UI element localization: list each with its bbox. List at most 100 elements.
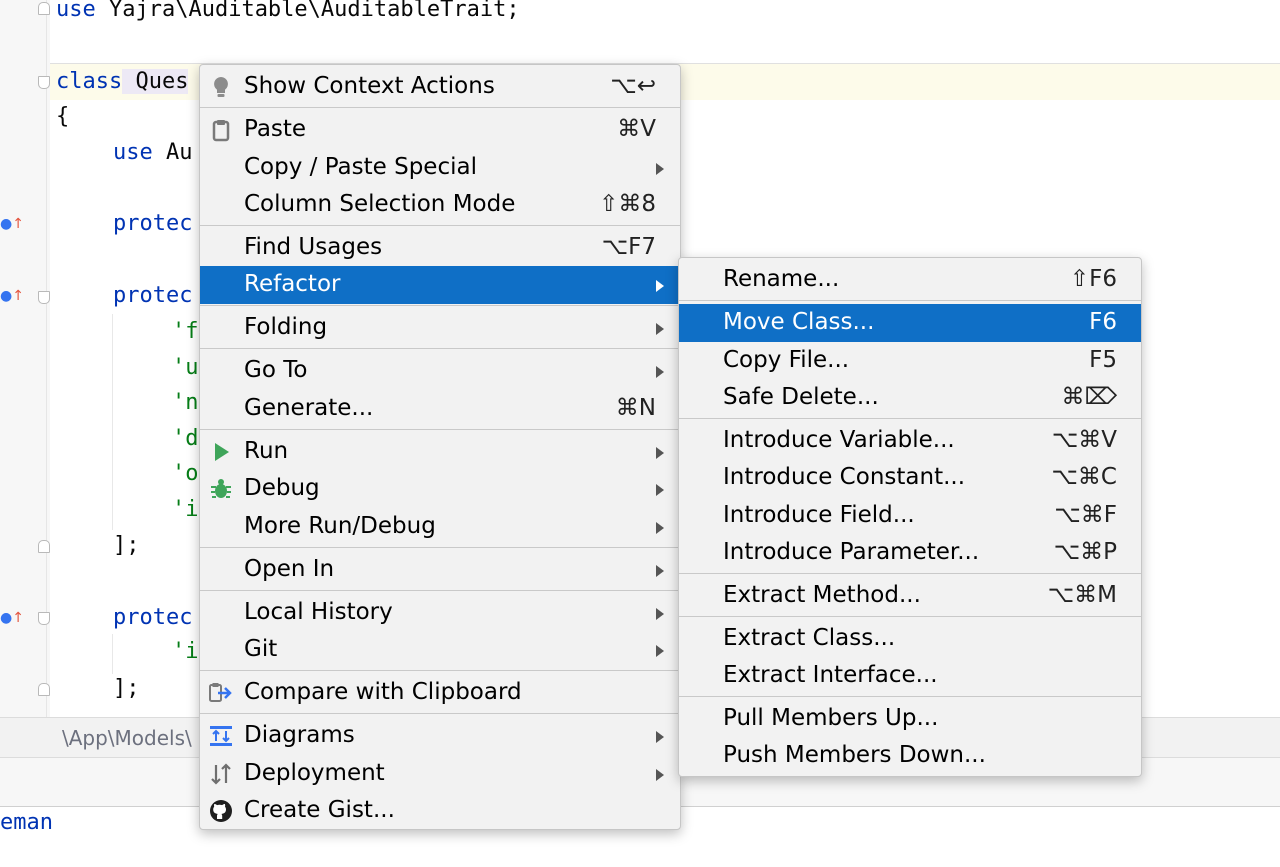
menu-separator — [200, 225, 680, 226]
menu-item-run[interactable]: Run — [200, 433, 680, 471]
menu-item-push-members-down[interactable]: Push Members Down... — [679, 737, 1141, 775]
code-line: use Au — [113, 135, 193, 171]
code-text: { — [56, 104, 70, 129]
menu-item-label: Extract Class... — [723, 625, 896, 651]
code-line: 'n — [172, 390, 199, 415]
menu-item-column-selection-mode[interactable]: Column Selection Mode ⇧⌘8 — [200, 186, 680, 224]
menu-item-create-gist[interactable]: Create Gist... — [200, 792, 680, 830]
code-keyword: use — [56, 0, 96, 22]
menu-item-go-to[interactable]: Go To — [200, 352, 680, 390]
menu-item-extract-method[interactable]: Extract Method... ⌥⌘M — [679, 577, 1141, 615]
menu-item-git[interactable]: Git — [200, 631, 680, 669]
menu-item-extract-class[interactable]: Extract Class... — [679, 620, 1141, 658]
menu-item-rename[interactable]: Rename... ⇧F6 — [679, 261, 1141, 299]
menu-item-label: Extract Method... — [723, 582, 921, 608]
indent-guide — [112, 314, 113, 530]
menu-separator — [679, 300, 1141, 301]
menu-item-compare-with-clipboard[interactable]: Compare with Clipboard — [200, 674, 680, 712]
menu-item-label: More Run/Debug — [244, 513, 436, 539]
breadcrumb-path[interactable]: \App\Models\ — [62, 726, 192, 750]
run-icon — [215, 443, 229, 461]
menu-item-safe-delete[interactable]: Safe Delete... ⌘⌦ — [679, 379, 1141, 417]
menu-item-move-class[interactable]: Move Class... F6 — [679, 304, 1141, 342]
menu-separator — [679, 616, 1141, 617]
menu-separator — [200, 305, 680, 306]
code-line: class Ques — [56, 64, 189, 100]
menu-separator — [200, 670, 680, 671]
menu-item-folding[interactable]: Folding — [200, 309, 680, 347]
menu-separator — [679, 573, 1141, 574]
menu-item-copy-paste-special[interactable]: Copy / Paste Special — [200, 149, 680, 187]
submenu-arrow-icon — [656, 447, 664, 459]
fold-marker-icon[interactable] — [38, 291, 50, 304]
menu-item-find-usages[interactable]: Find Usages ⌥F7 — [200, 229, 680, 267]
menu-item-more-run-debug[interactable]: More Run/Debug — [200, 508, 680, 546]
menu-item-shortcut: ⇧F6 — [1069, 266, 1117, 292]
menu-item-refactor[interactable]: Refactor — [200, 266, 680, 304]
menu-item-label: Create Gist... — [244, 797, 395, 823]
menu-item-shortcut: ⌥⌘F — [1054, 502, 1117, 528]
menu-item-label: Debug — [244, 475, 320, 501]
menu-item-label: Git — [244, 636, 278, 662]
menu-item-introduce-constant[interactable]: Introduce Constant... ⌥⌘C — [679, 459, 1141, 497]
menu-item-label: Push Members Down... — [723, 742, 986, 768]
code-text: Au — [152, 140, 193, 165]
menu-item-introduce-variable[interactable]: Introduce Variable... ⌥⌘V — [679, 422, 1141, 460]
fold-marker-icon[interactable] — [38, 2, 50, 15]
menu-item-extract-interface[interactable]: Extract Interface... — [679, 657, 1141, 695]
menu-item-label: Local History — [244, 599, 393, 625]
context-menu: Show Context Actions ⌥↩ Paste ⌘V Copy / … — [199, 64, 681, 830]
menu-separator — [200, 713, 680, 714]
menu-item-generate[interactable]: Generate... ⌘N — [200, 390, 680, 428]
diagram-icon — [210, 726, 232, 746]
code-line: use Yajra\Auditable\AuditableTrait; — [56, 0, 520, 28]
overrides-icon[interactable]: ●↑ — [0, 288, 24, 304]
menu-item-label: Copy File... — [723, 347, 850, 373]
menu-item-local-history[interactable]: Local History — [200, 594, 680, 632]
menu-item-shortcut: ⌥⌘P — [1053, 539, 1117, 565]
code-text: Yajra\Auditable\AuditableTrait; — [95, 0, 520, 22]
refactor-submenu: Rename... ⇧F6 Move Class... F6 Copy File… — [678, 257, 1142, 777]
menu-item-pull-members-up[interactable]: Pull Members Up... — [679, 700, 1141, 738]
submenu-arrow-icon — [656, 366, 664, 378]
menu-item-show-context-actions[interactable]: Show Context Actions ⌥↩ — [200, 68, 680, 106]
menu-item-deployment[interactable]: Deployment — [200, 755, 680, 793]
code-line: ]; — [113, 533, 140, 558]
overrides-icon[interactable]: ●↑ — [0, 610, 24, 626]
menu-item-paste[interactable]: Paste ⌘V — [200, 111, 680, 149]
submenu-arrow-icon — [656, 769, 664, 781]
console-text: eman — [0, 810, 53, 835]
menu-item-introduce-field[interactable]: Introduce Field... ⌥⌘F — [679, 497, 1141, 535]
submenu-arrow-icon — [656, 280, 664, 292]
menu-item-shortcut: ⌥F7 — [601, 234, 656, 260]
menu-item-introduce-parameter[interactable]: Introduce Parameter... ⌥⌘P — [679, 534, 1141, 572]
menu-item-debug[interactable]: Debug — [200, 470, 680, 508]
menu-item-label: Diagrams — [244, 722, 355, 748]
code-line: 'i — [172, 497, 199, 522]
indent-guide — [112, 634, 113, 674]
menu-item-shortcut: ⌘V — [617, 116, 656, 142]
code-line: { — [56, 99, 69, 135]
menu-item-shortcut: F5 — [1089, 347, 1117, 373]
fold-marker-icon[interactable] — [38, 540, 50, 553]
overrides-icon[interactable]: ●↑ — [0, 216, 24, 232]
code-line: 'u — [172, 355, 199, 380]
code-keyword: class — [56, 69, 123, 94]
menu-item-diagrams[interactable]: Diagrams — [200, 717, 680, 755]
menu-item-label: Introduce Variable... — [723, 427, 955, 453]
menu-item-open-in[interactable]: Open In — [200, 551, 680, 589]
menu-item-label: Folding — [244, 314, 328, 340]
fold-marker-icon[interactable] — [38, 76, 50, 89]
menu-item-label: Rename... — [723, 266, 840, 292]
menu-item-copy-file[interactable]: Copy File... F5 — [679, 342, 1141, 380]
deployment-arrows-icon — [211, 763, 231, 785]
menu-item-label: Find Usages — [244, 234, 383, 260]
github-icon — [210, 800, 232, 822]
fold-marker-icon[interactable] — [38, 612, 50, 625]
menu-item-label: Introduce Constant... — [723, 464, 966, 490]
code-line: 'o — [172, 461, 199, 486]
menu-separator — [679, 418, 1141, 419]
menu-separator — [200, 107, 680, 108]
compare-clipboard-icon — [209, 683, 232, 702]
fold-marker-icon[interactable] — [38, 683, 50, 696]
